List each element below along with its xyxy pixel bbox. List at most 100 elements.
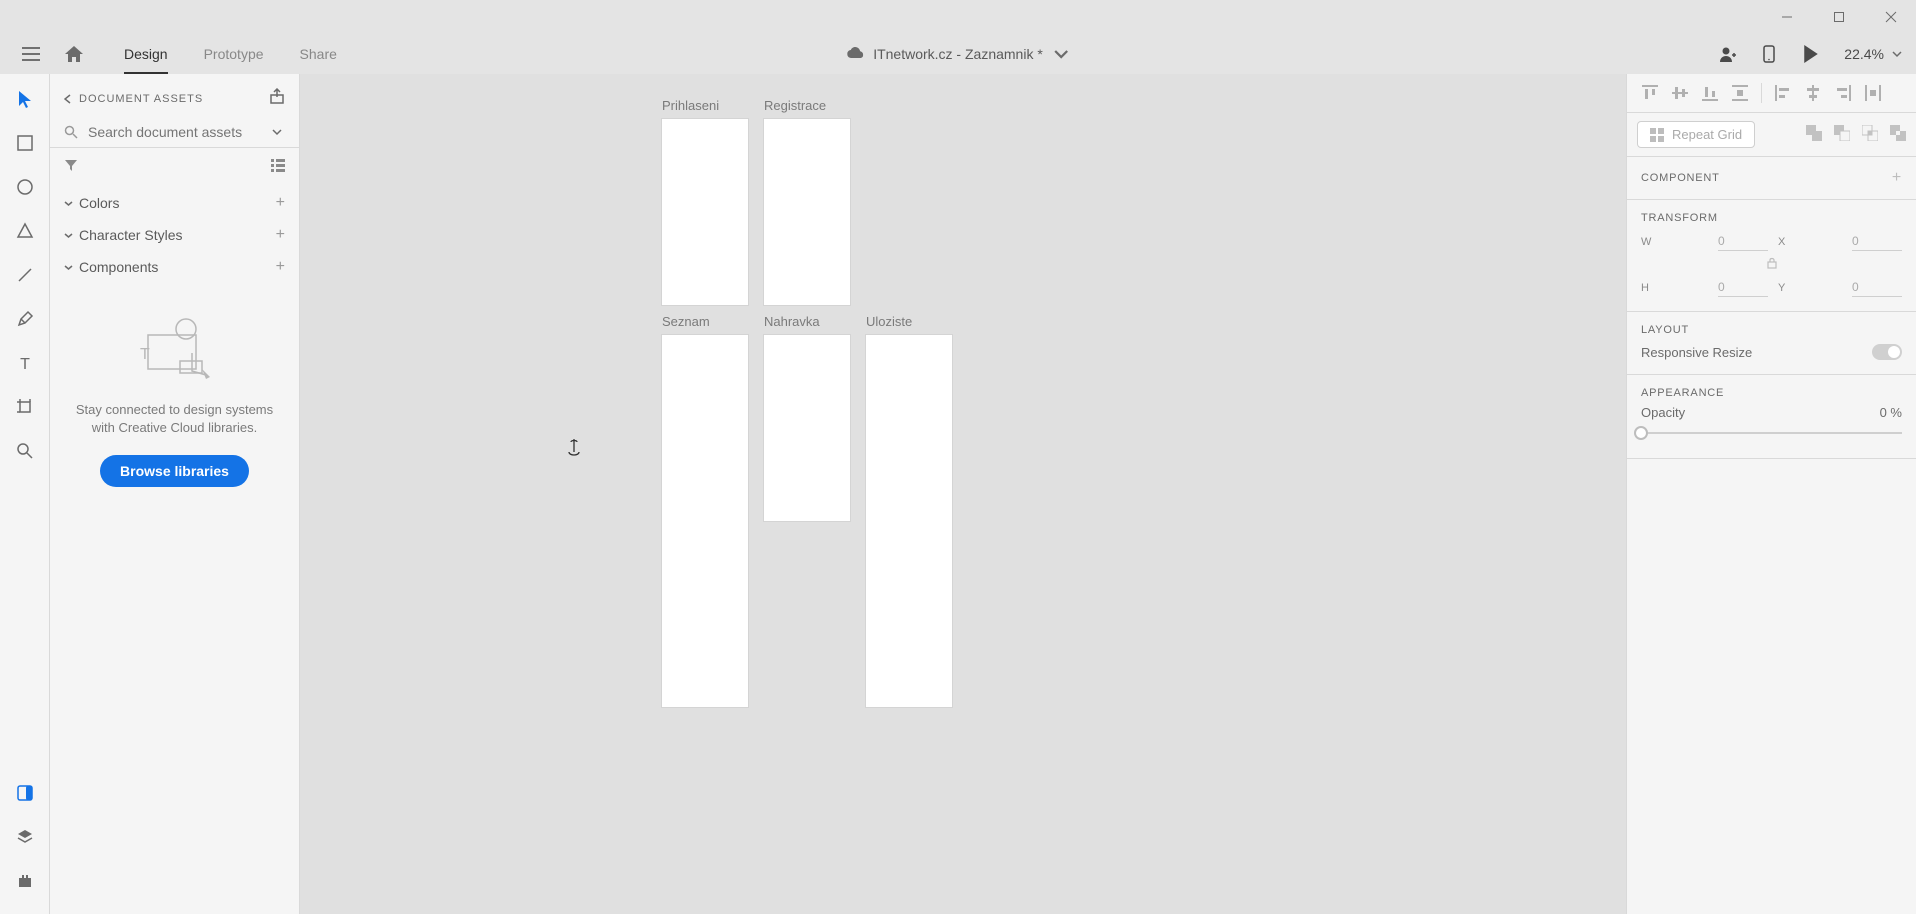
align-bottom-button[interactable] <box>1697 80 1723 106</box>
window-minimize-button[interactable] <box>1772 6 1802 28</box>
artboard-registrace[interactable] <box>764 119 850 305</box>
tab-prototype[interactable]: Prototype <box>186 34 282 74</box>
add-charstyle-button[interactable]: + <box>276 227 285 243</box>
chevron-down-icon <box>1892 50 1902 58</box>
transform-section-title: TRANSFORM <box>1641 212 1718 224</box>
assets-category-charstyles[interactable]: Character Styles + <box>50 219 299 251</box>
align-top-button[interactable] <box>1637 80 1663 106</box>
boolean-exclude-button[interactable] <box>1890 125 1906 144</box>
artboard-prihlaseni[interactable] <box>662 119 748 305</box>
chevron-down-icon <box>64 199 73 208</box>
artboard-nahravka[interactable] <box>764 335 850 521</box>
transform-h-label: H <box>1641 282 1708 294</box>
filter-icon[interactable] <box>64 158 78 177</box>
transform-w-input[interactable]: 0 <box>1718 232 1768 251</box>
transform-x-label: X <box>1778 236 1842 248</box>
document-title[interactable]: ITnetwork.cz - Zaznamnik * <box>847 46 1069 62</box>
ellipse-tool[interactable] <box>14 176 36 198</box>
artboard-tool[interactable] <box>14 396 36 418</box>
rectangle-tool[interactable] <box>14 132 36 154</box>
transform-y-input[interactable]: 0 <box>1852 278 1902 297</box>
plugins-panel-toggle[interactable] <box>14 870 36 892</box>
select-tool[interactable] <box>14 88 36 110</box>
align-hcenter-button[interactable] <box>1800 80 1826 106</box>
transform-w-label: W <box>1641 236 1708 248</box>
assets-panel-toggle[interactable] <box>14 782 36 804</box>
transform-section-header: TRANSFORM <box>1627 200 1916 228</box>
transform-h-input[interactable]: 0 <box>1718 278 1768 297</box>
artboard-label-nahravka[interactable]: Nahravka <box>764 314 850 329</box>
mode-tabs: Design Prototype Share <box>106 34 355 74</box>
invite-icon[interactable] <box>1718 45 1736 63</box>
artboard-uloziste[interactable] <box>866 335 952 707</box>
opacity-slider[interactable] <box>1641 426 1902 440</box>
text-tool[interactable]: T <box>14 352 36 374</box>
chevron-down-icon <box>64 263 73 272</box>
chevron-down-icon <box>271 126 283 138</box>
responsive-resize-toggle[interactable] <box>1872 344 1902 360</box>
document-title-text: ITnetwork.cz - Zaznamnik * <box>873 46 1043 62</box>
tab-design[interactable]: Design <box>106 34 186 74</box>
libraries-illustration: T <box>130 313 220 383</box>
assets-category-components[interactable]: Components + <box>50 251 299 283</box>
appearance-section-header: APPEARANCE <box>1627 375 1916 401</box>
align-vcenter-button[interactable] <box>1667 80 1693 106</box>
opacity-value[interactable]: 0 % <box>1880 405 1902 420</box>
device-preview-icon[interactable] <box>1760 45 1778 63</box>
artboard-label-registrace[interactable]: Registrace <box>764 98 850 113</box>
zoom-tool[interactable] <box>14 440 36 462</box>
libraries-empty-state: T Stay connected to design systems with … <box>50 283 299 914</box>
assets-search-input[interactable] <box>86 123 271 141</box>
assets-panel: DOCUMENT ASSETS Colors + <box>50 74 300 914</box>
zoom-value: 22.4% <box>1844 46 1884 62</box>
pen-tool[interactable] <box>14 308 36 330</box>
assets-category-colors[interactable]: Colors + <box>50 187 299 219</box>
distribute-v-button[interactable] <box>1727 80 1753 106</box>
component-section-header: COMPONENT + <box>1627 157 1916 199</box>
artboard-label-seznam[interactable]: Seznam <box>662 314 748 329</box>
boolean-subtract-button[interactable] <box>1834 125 1850 144</box>
repeat-grid-button[interactable]: Repeat Grid <box>1637 121 1755 148</box>
align-left-button[interactable] <box>1770 80 1796 106</box>
add-color-button[interactable]: + <box>276 195 285 211</box>
boolean-ops <box>1806 125 1906 144</box>
distribute-h-button[interactable] <box>1860 80 1886 106</box>
transform-x-input[interactable]: 0 <box>1852 232 1902 251</box>
canvas[interactable]: Prihlaseni Registrace Seznam Nahravka Ul… <box>300 74 1626 914</box>
hamburger-menu-button[interactable] <box>14 37 48 71</box>
assets-category-label: Character Styles <box>79 227 182 243</box>
chevron-left-icon <box>64 94 71 104</box>
assets-category-label: Colors <box>79 195 119 211</box>
home-button[interactable] <box>54 37 94 71</box>
assets-panel-back[interactable]: DOCUMENT ASSETS <box>64 93 203 105</box>
artboard-label-prihlaseni[interactable]: Prihlaseni <box>662 98 748 113</box>
transform-grid: W 0 X 0 H 0 Y 0 <box>1641 232 1902 297</box>
boolean-add-button[interactable] <box>1806 125 1822 144</box>
artboard-label-uloziste[interactable]: Uloziste <box>866 314 952 329</box>
list-view-icon[interactable] <box>271 158 285 177</box>
line-tool[interactable] <box>14 264 36 286</box>
tab-share[interactable]: Share <box>282 34 355 74</box>
add-component-button[interactable]: + <box>276 259 285 275</box>
layers-panel-toggle[interactable] <box>14 826 36 848</box>
play-preview-icon[interactable] <box>1802 45 1820 63</box>
tool-rail: T <box>0 74 50 914</box>
properties-panel: Repeat Grid COMPONENT + TRANSFORM W 0 X … <box>1626 74 1916 914</box>
lock-aspect-icon[interactable] <box>1641 257 1902 272</box>
cloud-icon <box>847 46 863 62</box>
polygon-tool[interactable] <box>14 220 36 242</box>
responsive-resize-label: Responsive Resize <box>1641 345 1752 360</box>
zoom-control[interactable]: 22.4% <box>1844 46 1902 62</box>
add-component-instance-button[interactable]: + <box>1892 169 1902 187</box>
publish-icon[interactable] <box>269 88 285 109</box>
window-chrome <box>0 0 1916 34</box>
svg-text:T: T <box>140 346 150 363</box>
assets-search[interactable] <box>50 117 299 148</box>
boolean-intersect-button[interactable] <box>1862 125 1878 144</box>
artboard-seznam[interactable] <box>662 335 748 707</box>
opacity-label: Opacity <box>1641 405 1685 420</box>
window-maximize-button[interactable] <box>1824 6 1854 28</box>
align-right-button[interactable] <box>1830 80 1856 106</box>
window-close-button[interactable] <box>1876 6 1906 28</box>
browse-libraries-button[interactable]: Browse libraries <box>100 455 249 487</box>
